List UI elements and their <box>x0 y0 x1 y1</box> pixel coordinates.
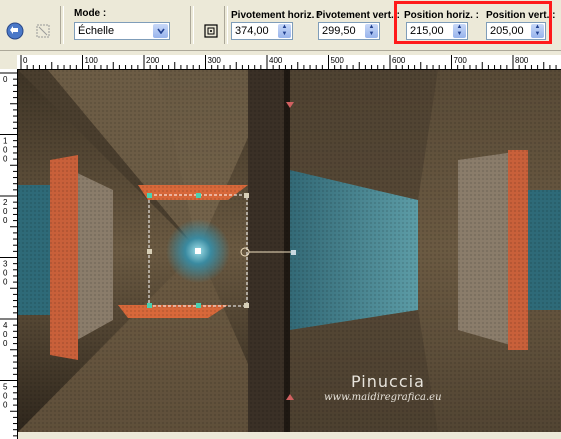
v-ruler-label: 0 <box>3 339 8 348</box>
v-ruler-label: 0 <box>3 401 8 410</box>
v-ruler-label: 0 <box>3 216 8 225</box>
separator <box>60 6 64 44</box>
h-ruler-label: 100 <box>85 56 99 65</box>
v-ruler-label: 1 <box>3 137 8 146</box>
h-ruler-label: 200 <box>146 56 160 65</box>
chevron-down-icon[interactable] <box>153 24 168 38</box>
canvas-bottom-edge <box>18 432 561 439</box>
watermark-name: Pinuccia <box>351 372 425 391</box>
mode-label: Mode : <box>74 8 107 19</box>
v-ruler-label: 3 <box>3 260 8 269</box>
h-ruler-label: 600 <box>392 56 406 65</box>
h-ruler-label: 400 <box>269 56 283 65</box>
v-ruler-label: 0 <box>3 330 8 339</box>
pivot-v-input[interactable]: 299,50 ▲ ▼ <box>318 22 380 40</box>
v-ruler-label: 0 <box>3 75 8 84</box>
reset-icon[interactable] <box>32 20 54 42</box>
canvas-artwork <box>18 70 561 432</box>
v-ruler-label: 0 <box>3 392 8 401</box>
image-canvas[interactable]: Pinuccia www.maidiregrafica.eu <box>18 70 561 432</box>
pivot-h-input[interactable]: 374,00 ▲ ▼ <box>231 22 293 40</box>
h-ruler-label: 300 <box>208 56 222 65</box>
v-ruler-label: 0 <box>3 207 8 216</box>
separator <box>224 6 228 44</box>
h-ruler-label: 700 <box>454 56 468 65</box>
v-ruler-label: 0 <box>3 146 8 155</box>
horizontal-ruler: 0 100 200 300 400 500 600 700 800 <box>17 55 561 70</box>
position-highlight-box <box>394 1 552 44</box>
vertical-ruler: 0100200300400500 <box>0 69 18 439</box>
apply-icon[interactable] <box>4 20 26 42</box>
v-ruler-label: 0 <box>3 155 8 164</box>
v-ruler-label: 0 <box>3 269 8 278</box>
ruler-corner <box>0 55 17 69</box>
mode-select-value: Échelle <box>78 25 115 37</box>
h-ruler-label: 800 <box>515 56 529 65</box>
tool-options-toolbar: Mode : Échelle Pivotement horiz. : 374,0… <box>0 0 561 51</box>
pivot-center-icon[interactable] <box>200 20 222 42</box>
h-ruler-label: 0 <box>23 56 28 65</box>
v-ruler-label: 4 <box>3 321 8 330</box>
v-ruler-label: 0 <box>3 278 8 287</box>
separator <box>190 6 194 44</box>
v-ruler-label: 5 <box>3 383 8 392</box>
mode-select[interactable]: Échelle <box>74 22 170 40</box>
pivot-h-label: Pivotement horiz. : <box>231 10 321 21</box>
pivot-v-label: Pivotement vert. : <box>316 10 400 21</box>
pivot-v-value: 299,50 <box>322 25 356 37</box>
h-ruler-label: 500 <box>331 56 345 65</box>
v-ruler-label: 2 <box>3 198 8 207</box>
watermark-url: www.maidiregrafica.eu <box>324 392 442 403</box>
spin-arrows-icon[interactable]: ▲ ▼ <box>365 24 378 38</box>
spin-arrows-icon[interactable]: ▲ ▼ <box>278 24 291 38</box>
pivot-h-value: 374,00 <box>235 25 269 37</box>
